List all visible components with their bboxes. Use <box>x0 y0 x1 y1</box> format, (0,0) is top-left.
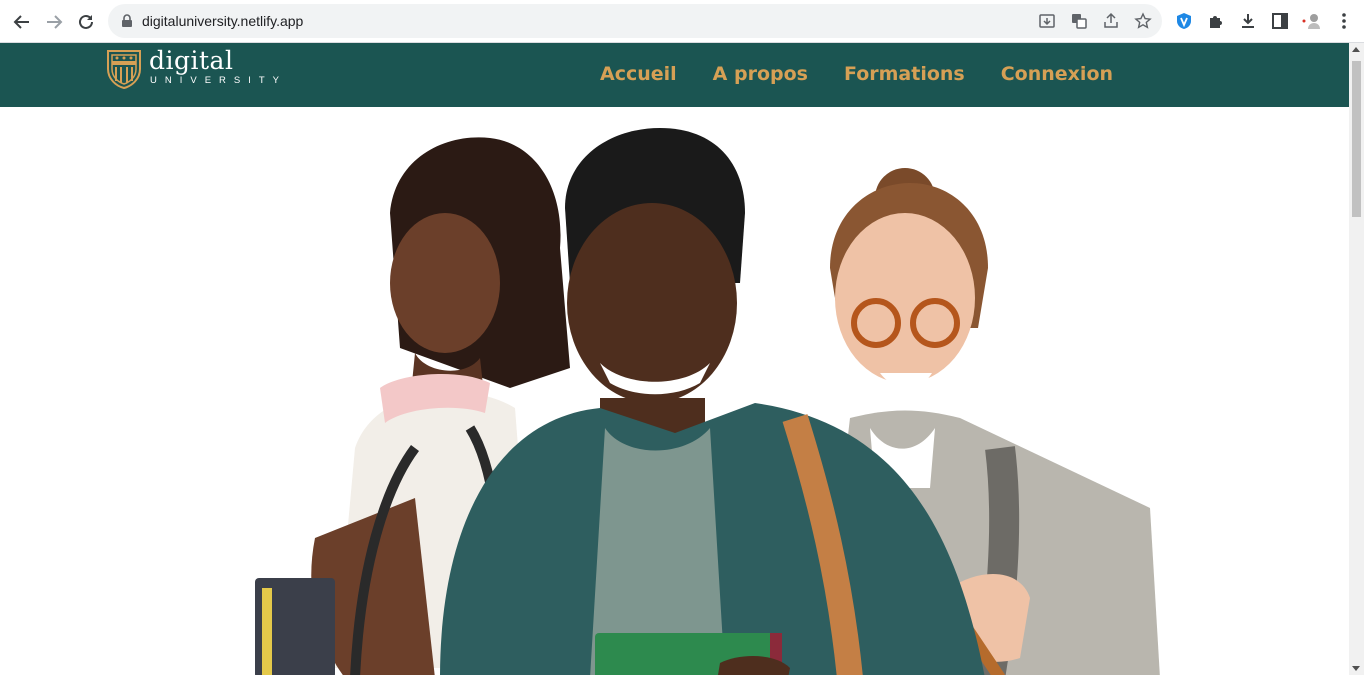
three-students-illustration <box>255 128 1160 675</box>
shield-crest-icon <box>107 50 141 90</box>
site-logo[interactable]: digital UNIVERSITY <box>105 48 287 92</box>
reload-icon <box>79 14 93 29</box>
logo-wordmark: digital UNIVERSITY <box>149 46 288 87</box>
translate-icon[interactable] <box>1070 12 1088 30</box>
logo-subtitle: UNIVERSITY <box>150 75 288 86</box>
side-panel-icon[interactable] <box>1270 11 1290 31</box>
kebab-menu-icon[interactable] <box>1334 11 1354 31</box>
scrollbar-thumb[interactable] <box>1352 61 1361 217</box>
puzzle-icon[interactable] <box>1206 11 1226 31</box>
arrow-right-icon <box>47 15 63 29</box>
shield-extension-icon[interactable] <box>1174 11 1194 31</box>
nav-link-accueil[interactable]: Accueil <box>600 63 677 85</box>
scroll-down-arrow-icon[interactable] <box>1352 666 1360 671</box>
nav-link-formations[interactable]: Formations <box>844 63 965 85</box>
download-icon[interactable] <box>1238 11 1258 31</box>
logo-word: digital <box>149 46 234 75</box>
url-text: digitaluniversity.netlify.app <box>142 13 304 29</box>
arrow-left-icon <box>13 15 29 29</box>
nav-link-connexion[interactable]: Connexion <box>1001 63 1113 85</box>
lock-icon <box>122 14 132 27</box>
forward-button[interactable] <box>41 9 67 35</box>
main-nav: Accueil A propos Formations Connexion <box>600 63 1149 85</box>
back-button[interactable] <box>9 9 35 35</box>
site-header: digital UNIVERSITY Accueil A propos Form… <box>0 43 1349 107</box>
page-viewport: digital UNIVERSITY Accueil A propos Form… <box>0 43 1349 675</box>
address-bar[interactable]: digitaluniversity.netlify.app <box>108 4 1162 38</box>
reload-button[interactable] <box>73 9 99 35</box>
page-scrollbar[interactable] <box>1349 43 1364 675</box>
share-icon[interactable] <box>1102 12 1120 30</box>
scroll-up-arrow-icon[interactable] <box>1352 47 1360 52</box>
star-icon[interactable] <box>1134 12 1152 30</box>
hero-students-image <box>240 118 1170 675</box>
nav-link-a-propos[interactable]: A propos <box>713 63 808 85</box>
profile-avatar-icon[interactable] <box>1302 11 1322 31</box>
browser-toolbar: digitaluniversity.netlify.app <box>0 0 1364 43</box>
install-app-icon[interactable] <box>1038 12 1056 30</box>
